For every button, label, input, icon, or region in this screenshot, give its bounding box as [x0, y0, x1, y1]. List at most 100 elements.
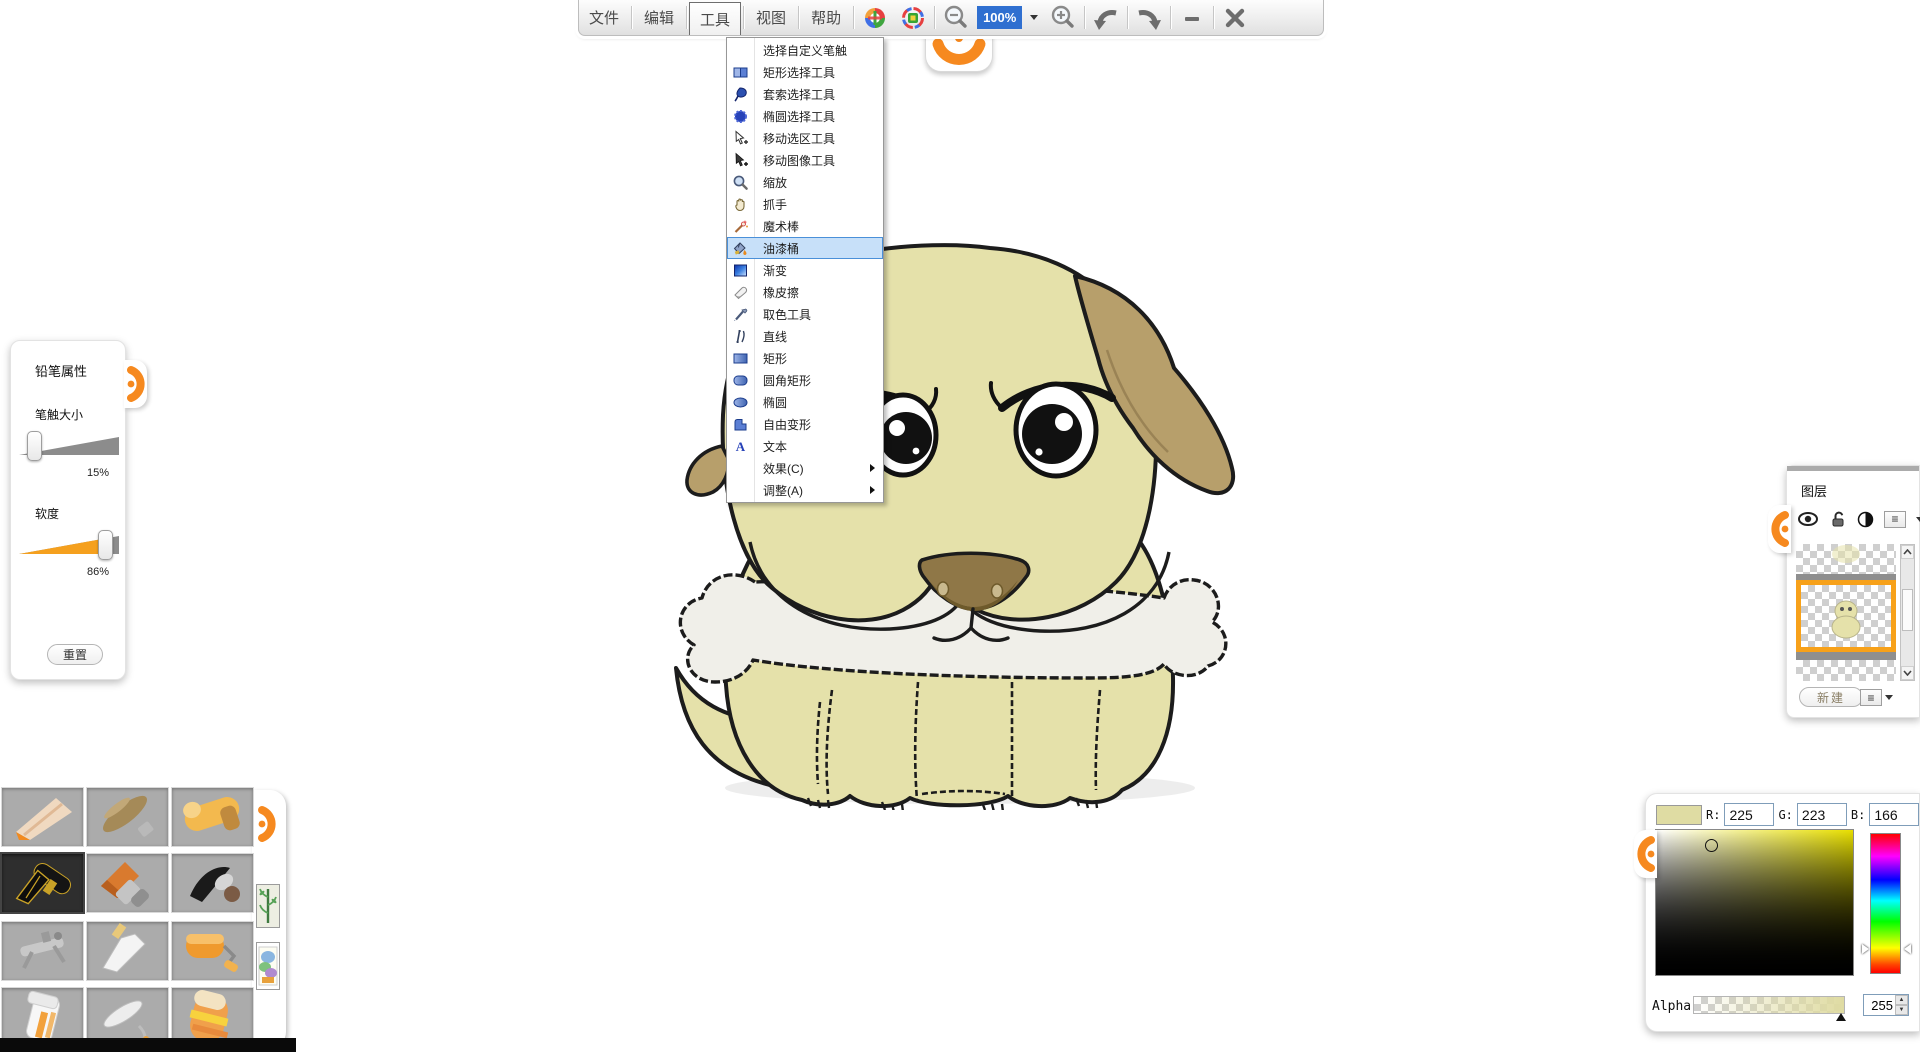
menu-help[interactable]: 帮助 [801, 0, 851, 35]
menu-item-rectangle[interactable]: 矩形 [727, 347, 883, 369]
bamboo-stamp-thumbnail[interactable] [256, 884, 280, 928]
bottom-edge-bar [0, 1038, 296, 1052]
hue-bar[interactable] [1870, 833, 1901, 974]
layers-panel: 图层 ≡ [1786, 465, 1920, 718]
menu-item-color-sampler[interactable]: 取色工具 [727, 303, 883, 325]
zoom-out-button[interactable] [937, 0, 975, 35]
layers-panel-collapse-tab[interactable] [1768, 505, 1791, 553]
brush-wood-brush[interactable] [87, 788, 168, 846]
menu-item-magic-wand[interactable]: 魔术棒 [727, 215, 883, 237]
menu-item-ellipse[interactable]: 椭圆 [727, 391, 883, 413]
zoom-icon [727, 174, 754, 191]
menu-item-free-transform[interactable]: 自由变形 [727, 413, 883, 435]
b-input[interactable] [1869, 803, 1919, 826]
app-logo-icon-2 [894, 0, 932, 35]
softness-slider-handle[interactable] [98, 530, 113, 560]
menu-item-rect-select[interactable]: 矩形选择工具 [727, 61, 883, 83]
brush-panel-collapse-tab[interactable] [254, 800, 280, 848]
menu-item-ellipse-select[interactable]: 椭圆选择工具 [727, 105, 883, 127]
brush-flat-brush[interactable] [87, 854, 168, 912]
alpha-increment-button[interactable]: ▲ [1895, 995, 1908, 1005]
brush-pencil-tip[interactable] [2, 788, 83, 846]
color-cursor[interactable] [1705, 839, 1718, 852]
opacity-half-circle-icon[interactable] [1857, 511, 1874, 528]
layer-list-scrollbar[interactable] [1900, 544, 1915, 681]
r-input[interactable] [1724, 803, 1774, 826]
menu-item-lasso-select[interactable]: 套索选择工具 [727, 83, 883, 105]
unlock-padlock-icon[interactable] [1829, 510, 1847, 528]
scroll-up-button[interactable] [1901, 545, 1914, 559]
menu-item-effects[interactable]: 效果(C) [727, 457, 883, 479]
layer-options-dropdown-arrow-icon[interactable] [1916, 517, 1920, 522]
color-picker-collapse-tab[interactable] [1634, 830, 1657, 878]
pencil-properties-panel: 铅笔属性 笔触大小 15% 软度 86% 重置 [10, 340, 126, 680]
divider [1084, 6, 1085, 29]
brush-paint-roller[interactable] [172, 922, 253, 980]
menu-file[interactable]: 文件 [579, 0, 629, 35]
menu-item-select-custom-brush[interactable]: 选择自定义笔触 [727, 39, 883, 61]
menu-item-adjust[interactable]: 调整(A) [727, 479, 883, 501]
zoom-dropdown-arrow-icon[interactable] [1030, 15, 1038, 20]
hue-marker-left-icon[interactable] [1862, 944, 1869, 954]
menu-view[interactable]: 视图 [746, 0, 796, 35]
eyedropper-icon [727, 306, 754, 323]
reset-button[interactable]: 重置 [47, 644, 103, 665]
saturation-value-gradient[interactable] [1655, 829, 1854, 976]
menu-item-zoom-tool[interactable]: 缩放 [727, 171, 883, 193]
alpha-input[interactable] [1864, 995, 1895, 1015]
undo-button[interactable] [1087, 0, 1125, 35]
brush-size-slider-handle[interactable] [27, 431, 42, 461]
divider [743, 6, 744, 29]
menu-item-move-image[interactable]: 移动图像工具 [727, 149, 883, 171]
layers-bottom-menu-button[interactable]: ≡ [1860, 689, 1882, 706]
layer-item-selected[interactable] [1796, 580, 1896, 652]
layers-bottom-dropdown-arrow-icon[interactable] [1885, 695, 1893, 700]
redo-button[interactable] [1130, 0, 1168, 35]
brush-size-slider[interactable] [11, 429, 125, 463]
toolbar-collapse-tab[interactable] [925, 30, 993, 72]
menu-item-text[interactable]: A 文本 [727, 435, 883, 457]
menu-item-eraser[interactable]: 橡皮擦 [727, 281, 883, 303]
close-button[interactable] [1216, 0, 1254, 35]
divider [631, 6, 632, 29]
alpha-slider[interactable] [1693, 996, 1845, 1014]
divider [934, 6, 935, 29]
alpha-decrement-button[interactable]: ▼ [1895, 1005, 1908, 1015]
brush-fountain-pen[interactable] [2, 854, 83, 912]
layer-item-top[interactable] [1796, 544, 1896, 580]
brush-ink-brush[interactable] [172, 854, 253, 912]
minimize-button[interactable] [1173, 0, 1211, 35]
visibility-eye-icon[interactable] [1797, 511, 1819, 527]
paint-app-window: 文件 编辑 工具 视图 帮助 [0, 0, 1920, 1052]
magic-wand-icon [727, 218, 754, 235]
menu-edit[interactable]: 编辑 [634, 0, 684, 35]
pencil-panel-collapse-tab[interactable] [124, 360, 147, 408]
menu-item-paint-bucket[interactable]: 油漆桶 [727, 237, 883, 259]
submenu-arrow-icon [870, 464, 875, 472]
g-input[interactable] [1797, 803, 1847, 826]
layer-options-menu-button[interactable]: ≡ [1884, 511, 1906, 528]
menu-item-hand-tool[interactable]: 抓手 [727, 193, 883, 215]
hue-marker-right-icon[interactable] [1904, 944, 1911, 954]
picture-stamp-thumbnail[interactable] [256, 942, 280, 990]
menu-item-gradient[interactable]: 渐变 [727, 259, 883, 281]
brush-crayon[interactable] [172, 788, 253, 846]
new-layer-button[interactable]: 新建 [1799, 687, 1863, 707]
g-label: G: [1778, 808, 1792, 822]
alpha-slider-marker-icon[interactable] [1836, 1013, 1846, 1021]
divider [1127, 6, 1128, 29]
softness-slider[interactable] [11, 528, 125, 562]
menu-item-rounded-rectangle[interactable]: 圆角矩形 [727, 369, 883, 391]
layer-item-bottom[interactable] [1796, 652, 1896, 681]
scrollbar-thumb[interactable] [1902, 589, 1913, 631]
brush-airbrush[interactable] [2, 922, 83, 980]
orange-crescent-icon [1636, 832, 1656, 876]
menu-item-line[interactable]: 直线 [727, 325, 883, 347]
menu-item-move-selection[interactable]: 移动选区工具 [727, 127, 883, 149]
menu-tools[interactable]: 工具 [689, 2, 741, 35]
zoom-level-value[interactable]: 100% [977, 6, 1022, 29]
free-transform-icon [727, 416, 754, 433]
brush-palette-knife[interactable] [87, 922, 168, 980]
scroll-down-button[interactable] [1901, 666, 1914, 680]
zoom-in-button[interactable] [1044, 0, 1082, 35]
